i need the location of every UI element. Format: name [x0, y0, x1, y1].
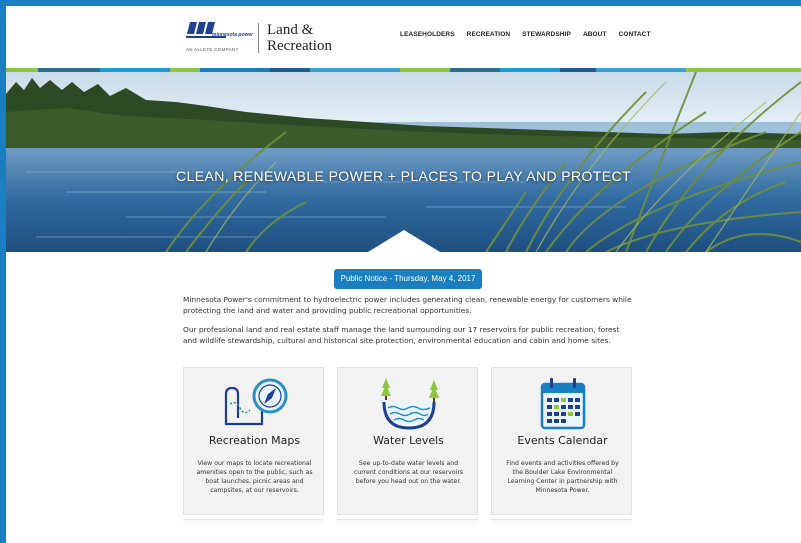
logo-title: Land & Recreation — [267, 22, 332, 54]
logo-parent-text: AN ALLETE COMPANY — [186, 47, 239, 52]
hero-banner: CLEAN, RENEWABLE POWER + PLACES TO PLAY … — [6, 72, 801, 252]
card-description: View our maps to locate recreational ame… — [196, 460, 313, 494]
card-footer — [491, 519, 632, 525]
card-recreation-maps[interactable]: Recreation Maps View our maps to locate … — [183, 367, 324, 515]
site-header: minnesota power AN ALLETE COMPANY Land &… — [6, 6, 801, 68]
logo-brand-text: minnesota power — [212, 32, 254, 38]
nav-about[interactable]: ABOUT — [583, 31, 607, 38]
card-title: Events Calendar — [517, 434, 608, 447]
logo-title-line2: Recreation — [267, 38, 332, 54]
logo-divider — [258, 23, 259, 53]
intro-paragraph-1: Minnesota Power's commitment to hydroele… — [183, 295, 632, 315]
nav-contact[interactable]: CONTACT — [619, 31, 651, 38]
public-notice-button[interactable]: Public Notice - Thursday, May 4, 2017 — [334, 269, 482, 289]
calendar-icon — [540, 378, 586, 430]
card-title: Water Levels — [373, 434, 444, 447]
hero-title: CLEAN, RENEWABLE POWER + PLACES TO PLAY … — [176, 168, 631, 184]
card-description: Find events and activities offered by th… — [506, 460, 619, 494]
intro-paragraph-2: Our professional land and real estate st… — [183, 325, 620, 345]
nav-leaseholders[interactable]: LEASEHOLDERS — [400, 31, 455, 38]
site-logo[interactable]: minnesota power AN ALLETE COMPANY Land &… — [182, 18, 348, 58]
lake-scene-image — [6, 72, 801, 252]
map-compass-icon — [224, 378, 288, 426]
card-footer — [337, 519, 478, 525]
card-footer — [183, 519, 324, 525]
card-title: Recreation Maps — [208, 434, 301, 447]
minnesota-power-logo: minnesota power AN ALLETE COMPANY — [182, 20, 253, 56]
water-level-icon — [381, 378, 439, 430]
card-description: See up-to-date water levels and current … — [353, 460, 464, 485]
page: minnesota power AN ALLETE COMPANY Land &… — [6, 6, 801, 543]
card-events-calendar[interactable]: Events Calendar Find events and activiti… — [491, 367, 632, 515]
card-water-levels[interactable]: Water Levels See up-to-date water levels… — [337, 367, 478, 515]
main-nav: LEASEHOLDERS RECREATION STEWARDSHIP ABOU… — [400, 31, 651, 38]
nav-recreation[interactable]: RECREATION — [467, 31, 511, 38]
nav-stewardship[interactable]: STEWARDSHIP — [522, 31, 571, 38]
logo-title-line1: Land & — [267, 22, 314, 38]
